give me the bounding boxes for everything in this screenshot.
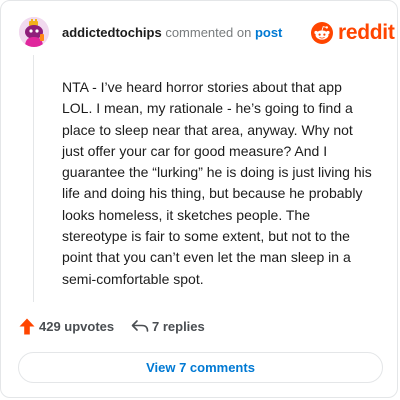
upvote-button[interactable]: 429 upvotes: [19, 318, 114, 335]
replies-button[interactable]: 7 replies: [131, 318, 205, 334]
reddit-logo[interactable]: reddit: [311, 22, 395, 44]
upvote-arrow-icon: [19, 318, 35, 335]
upvote-count: 429 upvotes: [39, 319, 115, 334]
comment-header: addictedtochips commented on post: [62, 25, 282, 41]
reddit-snoo-icon: [311, 22, 333, 44]
commented-on-text: commented on: [165, 25, 252, 40]
post-link[interactable]: post: [255, 25, 282, 40]
thread-line: [33, 55, 34, 302]
comment-body: NTA - I’ve heard horror stories about th…: [62, 79, 372, 287]
comment-card: addictedtochips commented on post reddit…: [0, 0, 398, 398]
view-comments-button[interactable]: View 7 comments: [18, 352, 383, 383]
reddit-wordmark: reddit: [338, 21, 395, 44]
username-link[interactable]: addictedtochips: [62, 25, 162, 40]
reply-icon: [131, 320, 149, 332]
reply-count: 7 replies: [152, 318, 205, 334]
avatar-snoo-icon: [19, 17, 49, 47]
user-avatar[interactable]: [19, 17, 49, 47]
